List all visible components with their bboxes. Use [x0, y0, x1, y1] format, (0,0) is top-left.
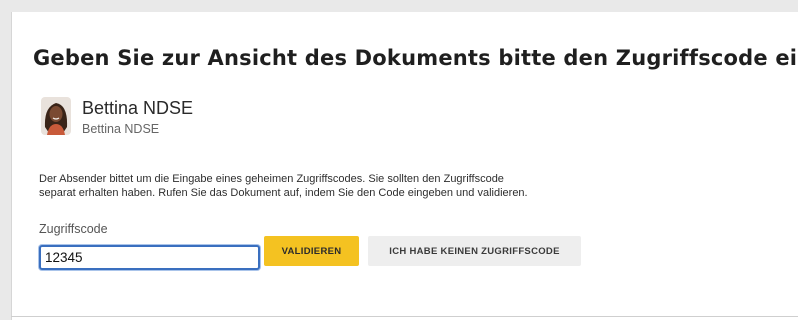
access-code-input[interactable]: [39, 245, 260, 270]
top-strip: [0, 0, 798, 12]
bottom-divider: [11, 316, 798, 317]
validate-button[interactable]: VALIDIEREN: [264, 236, 359, 266]
no-access-code-button[interactable]: ICH HABE KEINEN ZUGRIFFSCODE: [368, 236, 581, 266]
instruction-text: Der Absender bittet um die Eingabe eines…: [39, 173, 619, 200]
access-code-label: Zugriffscode: [39, 222, 108, 236]
person-avatar-icon: [41, 97, 71, 135]
sender-subtitle: Bettina NDSE: [82, 122, 160, 136]
instruction-line-1: Der Absender bittet um die Eingabe eines…: [39, 173, 504, 185]
page-title: Geben Sie zur Ansicht des Dokuments bitt…: [33, 46, 798, 70]
instruction-line-2: separat erhalten haben. Rufen Sie das Do…: [39, 186, 528, 199]
sender-name: Bettina NDSE: [82, 98, 194, 118]
sender-avatar: [41, 97, 71, 135]
